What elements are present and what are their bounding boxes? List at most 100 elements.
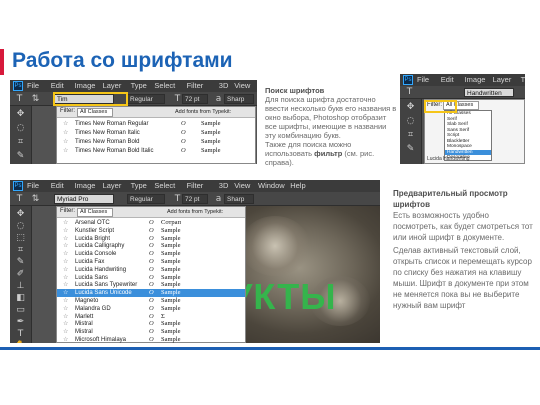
font-list-item[interactable]: ☆ Lucida Handwriting O Sample (57, 266, 245, 274)
favorite-star-icon[interactable]: ☆ (63, 250, 68, 258)
crop-tool-icon[interactable]: ⌗ (14, 244, 27, 256)
font-search-input[interactable]: Handwritten (464, 88, 514, 97)
font-list-item[interactable]: ☆ Times New Roman Italic O Sample (57, 129, 255, 138)
favorite-star-icon[interactable]: ☆ (63, 281, 68, 289)
font-list-item[interactable]: ☆ Times New Roman Bold Italic O Sample (57, 147, 255, 156)
favorite-star-icon[interactable]: ☆ (63, 129, 68, 137)
font-list-item[interactable]: ☆ Lucida Sans O Sample (57, 274, 245, 282)
font-size-select[interactable]: 72 pt (182, 94, 208, 104)
menu-item-image[interactable]: Image (465, 75, 486, 84)
filter-select[interactable]: All Classes (77, 208, 113, 217)
type-tool-icon[interactable]: T (14, 328, 27, 340)
move-tool-icon[interactable]: ✥ (404, 101, 417, 113)
font-list-item[interactable]: ☆ Malandra GD O Sample (57, 305, 245, 313)
font-list-item[interactable]: ☆ Lucida Fax O Sample (57, 258, 245, 266)
font-list-item[interactable]: ☆ Times New Roman Bold O Sample (57, 138, 255, 147)
menu-item-file[interactable]: File (417, 75, 429, 84)
font-list-item[interactable]: ☆ Marlett O Σ (57, 313, 245, 321)
menu-item-type[interactable]: Type (131, 181, 147, 190)
favorite-star-icon[interactable]: ☆ (63, 274, 68, 282)
favorite-star-icon[interactable]: ☆ (63, 120, 68, 128)
text-tool-icon[interactable]: T (13, 93, 26, 105)
typekit-link[interactable]: Add fonts from Typekit: (167, 209, 223, 215)
favorite-star-icon[interactable]: ☆ (63, 297, 68, 305)
font-list-item[interactable]: ☆ Lucida Sans Unicode O Sample (57, 289, 245, 297)
favorite-star-icon[interactable]: ☆ (63, 242, 68, 250)
favorite-star-icon[interactable]: ☆ (63, 320, 68, 328)
lasso-tool-icon[interactable]: ◌ (14, 220, 27, 232)
move-tool-icon[interactable]: ✥ (14, 108, 27, 120)
lasso-tool-icon[interactable]: ◌ (404, 115, 417, 127)
font-style-select[interactable]: Regular (127, 194, 165, 204)
menu-item-3d[interactable]: 3D (219, 81, 229, 90)
favorite-star-icon[interactable]: ☆ (63, 289, 68, 297)
lasso-tool-icon[interactable]: ◌ (14, 122, 27, 134)
menu-item-edit[interactable]: Edit (51, 81, 64, 90)
menu-item-layer[interactable]: Layer (493, 75, 512, 84)
favorite-star-icon[interactable]: ☆ (63, 328, 68, 336)
font-list-item[interactable]: Lucida Handwriting (427, 156, 470, 162)
menu-item-filter[interactable]: Filter (187, 181, 204, 190)
font-list-item[interactable]: ☆ Microsoft Himalaya O Sample (57, 336, 245, 343)
favorite-star-icon[interactable]: ☆ (63, 313, 68, 321)
favorite-star-icon[interactable]: ☆ (63, 219, 68, 227)
favorite-star-icon[interactable]: ☆ (63, 138, 68, 146)
text-tool-icon[interactable]: T (13, 193, 26, 205)
menu-item-edit[interactable]: Edit (51, 181, 64, 190)
text-tool-icon[interactable]: T (403, 86, 416, 98)
favorite-star-icon[interactable]: ☆ (63, 305, 68, 313)
font-list-item[interactable]: ☆ Arsenal OTC O Сотрап (57, 219, 245, 227)
favorite-star-icon[interactable]: ☆ (63, 227, 68, 235)
menu-item-file[interactable]: File (27, 81, 39, 90)
font-list-item[interactable]: ☆ Mistral O Sample (57, 320, 245, 328)
font-list-item[interactable]: ☆ Lucida Bright O Sample (57, 235, 245, 243)
menu-item-window[interactable]: Window (258, 181, 285, 190)
orientation-icon[interactable]: ⇅ (29, 193, 42, 205)
move-tool-icon[interactable]: ✥ (14, 208, 27, 220)
eraser-tool-icon[interactable]: ◧ (14, 292, 27, 304)
menu-item-image[interactable]: Image (75, 181, 96, 190)
typekit-link[interactable]: Add fonts from Typekit: (175, 109, 231, 115)
font-list-item[interactable]: ☆ Lucida Calligraphy O Sample (57, 242, 245, 250)
eyedropper-tool-icon[interactable]: ✎ (14, 256, 27, 268)
menu-item-edit[interactable]: Edit (441, 75, 454, 84)
hand-tool-icon[interactable]: ✋ (14, 340, 27, 343)
font-style-select[interactable]: Regular (127, 94, 165, 104)
font-family-select[interactable]: Myriad Pro (54, 194, 114, 204)
crop-tool-icon[interactable]: ⌗ (14, 136, 27, 148)
menu-item-3d[interactable]: 3D (219, 181, 229, 190)
menu-item-view[interactable]: View (234, 181, 250, 190)
pen-tool-icon[interactable]: ✒ (14, 316, 27, 328)
menu-item-filter[interactable]: Filter (187, 81, 204, 90)
favorite-star-icon[interactable]: ☆ (63, 235, 68, 243)
filter-select[interactable]: All Classes (77, 108, 113, 117)
eyedropper-tool-icon[interactable]: ✎ (404, 143, 417, 155)
menu-item-layer[interactable]: Layer (103, 81, 122, 90)
favorite-star-icon[interactable]: ☆ (63, 258, 68, 266)
antialias-select[interactable]: Sharp (224, 94, 254, 104)
marquee-tool-icon[interactable]: ⬚ (14, 232, 27, 244)
menu-item-layer[interactable]: Layer (103, 181, 122, 190)
menu-item-file[interactable]: File (27, 181, 39, 190)
menu-item-select[interactable]: Select (154, 181, 175, 190)
gradient-tool-icon[interactable]: ▭ (14, 304, 27, 316)
brush-tool-icon[interactable]: ✐ (14, 268, 27, 280)
antialias-select[interactable]: Sharp (224, 194, 254, 204)
favorite-star-icon[interactable]: ☆ (63, 266, 68, 274)
menu-item-type[interactable]: Type (521, 75, 525, 84)
menu-item-type[interactable]: Type (131, 81, 147, 90)
crop-tool-icon[interactable]: ⌗ (404, 129, 417, 141)
eyedropper-tool-icon[interactable]: ✎ (14, 150, 27, 162)
font-list-item[interactable]: ☆ Lucida Sans Typewriter O Sample (57, 281, 245, 289)
menu-item-image[interactable]: Image (75, 81, 96, 90)
menu-item-select[interactable]: Select (154, 81, 175, 90)
menu-item-view[interactable]: View (234, 81, 250, 90)
stamp-tool-icon[interactable]: ⊥ (14, 280, 27, 292)
font-list-item[interactable]: ☆ Kunstler Script O Sample (57, 227, 245, 235)
font-list-item[interactable]: ☆ Lucida Console O Sample (57, 250, 245, 258)
orientation-icon[interactable]: ⇅ (29, 93, 42, 105)
favorite-star-icon[interactable]: ☆ (63, 147, 68, 155)
font-list-item[interactable]: ☆ Mistral O Sample (57, 328, 245, 336)
font-list-item[interactable]: ☆ Magneto O Sample (57, 297, 245, 305)
font-size-select[interactable]: 72 pt (182, 194, 208, 204)
